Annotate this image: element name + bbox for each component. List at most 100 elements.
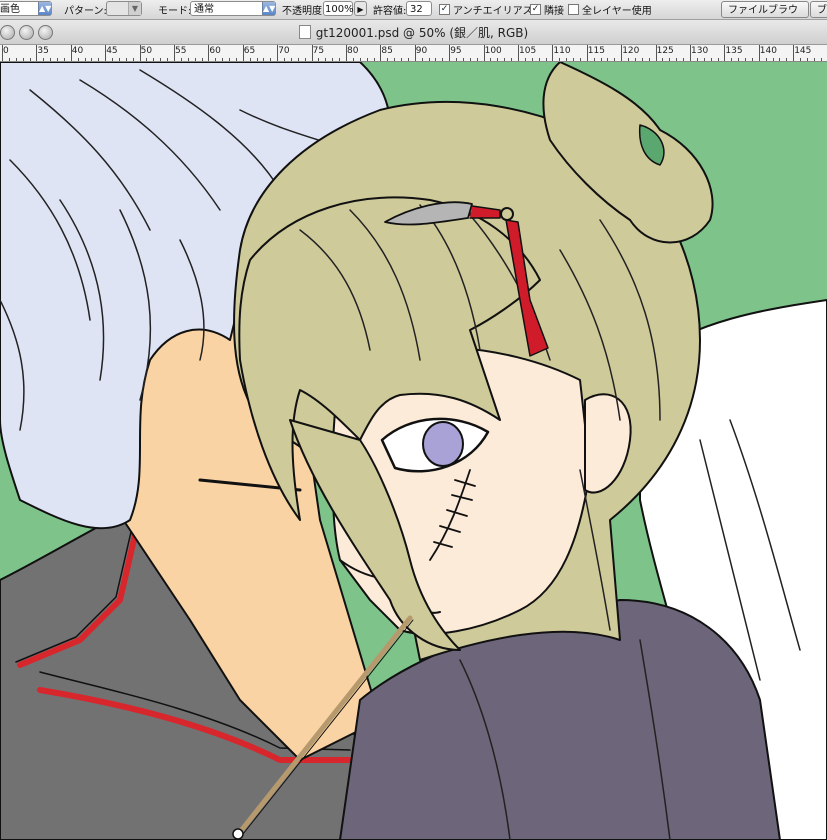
- ruler-tick: [263, 58, 265, 61]
- ruler-tick: [187, 58, 189, 61]
- ruler-tick: [683, 58, 685, 61]
- ruler-tick: [91, 58, 93, 61]
- ruler-tick: [139, 45, 141, 61]
- ruler-tick: [710, 58, 712, 61]
- ruler-tick: [600, 58, 602, 61]
- ruler-tick: [793, 45, 795, 61]
- ruler-tick: [167, 58, 169, 61]
- ruler-tick: [339, 58, 341, 61]
- ruler-tick: [359, 58, 361, 61]
- ruler-tick: [462, 58, 464, 61]
- ruler-tick: [380, 45, 382, 61]
- ruler-tick: [772, 58, 774, 61]
- ruler-tick: [690, 45, 691, 61]
- ruler-tick-label: 100: [484, 46, 502, 56]
- antialias-option[interactable]: ✓ アンチエイリアス: [439, 0, 533, 19]
- pattern-label: パターン:: [64, 6, 107, 17]
- ruler-tick: [676, 58, 678, 61]
- tolerance-input[interactable]: 32: [406, 1, 432, 16]
- ruler-tick: [373, 58, 375, 61]
- ruler-tick: [43, 58, 45, 61]
- ruler-tick: [820, 58, 822, 61]
- ruler-tick: [669, 58, 671, 61]
- ruler-tick-label: 120: [622, 46, 640, 56]
- fill-source-value: 画色: [0, 4, 20, 15]
- ruler-tick: [290, 58, 292, 61]
- ruler-tick-label: 95: [450, 46, 462, 56]
- document-title-bar[interactable]: gt120001.psd @ 50% (銀／肌, RGB): [0, 20, 827, 45]
- chevron-down-icon: ▲▼: [262, 2, 276, 15]
- mode-select[interactable]: 通常 ▲▼: [190, 1, 276, 16]
- ruler-tick: [731, 58, 733, 61]
- pattern-picker[interactable]: ▼: [106, 1, 142, 16]
- ruler-tick: [662, 58, 664, 61]
- fill-source-select[interactable]: 画色 ▲▼: [0, 1, 52, 16]
- ruler-tick: [628, 58, 630, 61]
- ruler-tick: [387, 58, 389, 61]
- chevron-down-icon: ▼: [128, 2, 141, 15]
- ruler-tick: [497, 58, 499, 61]
- ruler-tick: [806, 58, 808, 61]
- ruler-tick: [607, 58, 609, 61]
- ruler-tick: [242, 45, 244, 61]
- tab-next-palette[interactable]: ブ: [810, 1, 827, 18]
- ruler-tick: [511, 58, 513, 61]
- contiguous-label: 隣接: [544, 6, 564, 17]
- ruler-tick: [346, 45, 347, 61]
- ruler-tick: [786, 58, 788, 61]
- ruler-tick: [442, 58, 444, 61]
- opacity-input[interactable]: 100%: [323, 1, 354, 16]
- opacity-slider-button[interactable]: ▶: [354, 1, 367, 16]
- ruler-tick: [717, 58, 719, 61]
- all-layers-option[interactable]: 全レイヤー使用: [568, 0, 652, 19]
- ruler-tick: [146, 58, 148, 61]
- ruler-tick: [229, 58, 231, 61]
- psd-file-icon: [298, 25, 311, 39]
- ruler-tick-label: 80: [347, 46, 359, 56]
- ruler-tick: [545, 58, 547, 61]
- ruler-tick: [160, 58, 162, 61]
- ruler-tick: [435, 58, 437, 61]
- ruler-tick: [614, 58, 616, 61]
- ruler-tick: [36, 45, 38, 61]
- ruler-tick: [407, 58, 409, 61]
- ruler-tick-label: 65: [243, 46, 256, 56]
- opacity-label: 不透明度:: [282, 6, 326, 17]
- horizontal-ruler[interactable]: 0 35 40 45 50 55 60 65 70 75 80 85 90 95 100 105 110 115 1…: [0, 45, 827, 62]
- ruler-tick: [779, 58, 781, 61]
- ruler-tick: [738, 58, 740, 61]
- ruler-tick-label: 50: [140, 46, 153, 56]
- document-canvas[interactable]: [0, 62, 827, 840]
- ruler-tick: [105, 45, 107, 61]
- all-layers-checkbox[interactable]: [568, 4, 579, 15]
- ruler-tick: [311, 45, 313, 61]
- ruler-tick-label: 145: [794, 46, 812, 56]
- antialias-checkbox[interactable]: ✓: [439, 4, 450, 15]
- ruler-tick: [118, 58, 120, 61]
- mode-value: 通常: [194, 4, 214, 15]
- ruler-tick: [270, 58, 272, 61]
- ruler-tick: [579, 58, 581, 61]
- ruler-tick: [421, 58, 423, 61]
- ruler-tick: [318, 58, 320, 61]
- ruler-tick: [77, 58, 79, 61]
- ruler-tick: [277, 45, 279, 61]
- artwork: [0, 62, 827, 840]
- ruler-tick: [125, 58, 127, 61]
- contiguous-option[interactable]: ✓ 隣接: [530, 0, 564, 19]
- ruler-tick: [586, 45, 588, 61]
- ruler-tick: [8, 58, 10, 61]
- ruler-tick: [57, 58, 59, 61]
- ruler-tick: [394, 58, 396, 61]
- ruler-tick-label: 0: [3, 46, 9, 56]
- tab-file-browser[interactable]: ファイルブラウザ: [721, 1, 809, 33]
- ruler-tick: [70, 45, 72, 61]
- ruler-tick-label: 130: [691, 46, 709, 56]
- ruler-tick: [235, 58, 237, 61]
- ruler-tick: [538, 58, 540, 61]
- contiguous-checkbox[interactable]: ✓: [530, 4, 541, 15]
- ruler-tick: [559, 58, 561, 61]
- ruler-tick: [449, 45, 451, 61]
- ruler-tick-label: 35: [37, 46, 49, 56]
- ruler-tick-label: 70: [278, 46, 290, 56]
